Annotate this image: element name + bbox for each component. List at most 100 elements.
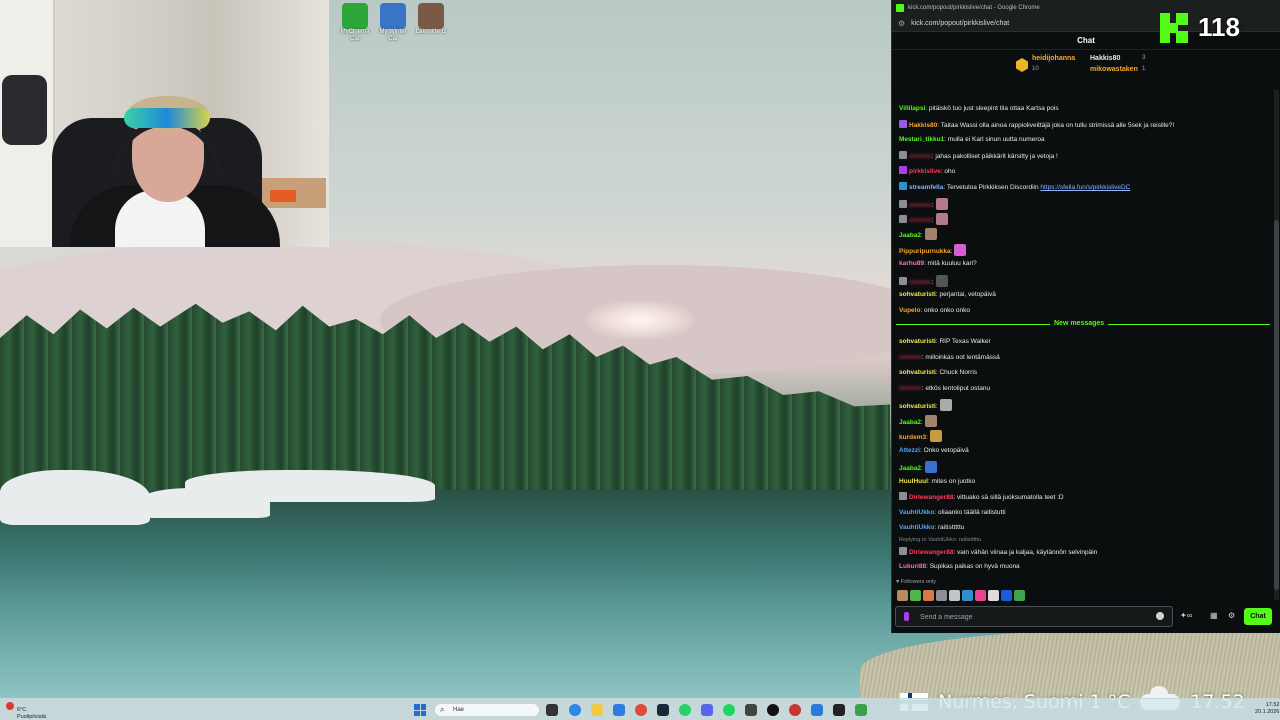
chat-link[interactable]: https://sfella.fun/s/pirkkisliveDC <box>1040 184 1130 191</box>
leaderboard-second-name: Hakkis80 <box>1090 55 1121 62</box>
emote-icon[interactable] <box>1001 590 1012 601</box>
obs-icon[interactable] <box>745 704 757 716</box>
chat-message-text: : vittuako sä sillä juoksumatolla teet :… <box>953 494 1064 501</box>
chat-username[interactable]: karhu89 <box>899 260 924 267</box>
app-icon[interactable] <box>833 704 845 716</box>
chat-username[interactable]: •••••••••• <box>909 202 932 209</box>
whatsapp-icon[interactable] <box>679 704 691 716</box>
chat-message-input-box[interactable] <box>895 606 1173 627</box>
chat-username[interactable]: kurdem3 <box>899 434 926 441</box>
app-icon[interactable] <box>789 704 801 716</box>
chat-username[interactable]: Jaaba2 <box>899 465 921 472</box>
desktop-icon-my-winter-car[interactable]: My Winter Car <box>374 3 412 43</box>
chat-username[interactable]: Villilapsi <box>899 105 925 112</box>
sun-glow <box>585 300 695 340</box>
chat-username[interactable]: VauhtiUkko <box>899 509 934 516</box>
leaderboard-first-count: 10 <box>1032 66 1039 72</box>
send-chat-button[interactable]: Chat <box>1244 608 1272 625</box>
emote-quick-bar[interactable] <box>897 590 1025 601</box>
snow-rock <box>185 470 435 502</box>
chat-message-text: : <box>921 232 923 239</box>
taskbar-weather-widget[interactable]: 6°C Puolipilvistä <box>6 702 46 720</box>
copilot-icon[interactable] <box>569 704 581 716</box>
file-explorer-icon[interactable] <box>591 704 603 716</box>
site-info-icon[interactable]: ⚙ <box>898 19 905 28</box>
chat-message-text: : <box>931 202 934 209</box>
chat-username[interactable]: Pippuripurnukka <box>899 248 951 255</box>
emote-icon[interactable] <box>923 590 934 601</box>
chat-message-list[interactable]: Villilapsi: pitäiskö tuo just sleepint t… <box>892 90 1274 575</box>
window-title: kick.com/popout/pirkkislive/chat - Googl… <box>908 5 1040 11</box>
spotify-icon[interactable] <box>723 704 735 716</box>
chat-message-text: : milloinkas oot lentämässä <box>921 354 1000 361</box>
chat-username[interactable]: •••••••••• <box>909 217 932 224</box>
chat-username[interactable]: pirkkislive <box>909 168 941 175</box>
desktop-icon-mycinema-car[interactable]: MyCinema Car <box>336 3 374 43</box>
emote-icon[interactable] <box>962 590 973 601</box>
chat-message: Dirlewanger88: vittuako sä sillä juoksum… <box>899 492 1064 502</box>
chat-message-text: : mitä kuuluu kari? <box>923 260 977 267</box>
chat-message: kurdem3: <box>899 430 942 442</box>
windows-taskbar: 6°C Puolipilvistä ⌕ Hae 17.52 20.1.2026 <box>0 698 1280 720</box>
chat-username[interactable]: •••••••••• <box>909 153 932 160</box>
start-button-icon[interactable] <box>414 704 426 716</box>
steam-icon[interactable] <box>657 704 669 716</box>
desktop-screen: MyCinema Car My Winter Car Lakeside Iz k… <box>0 0 1280 720</box>
emote-icon[interactable] <box>988 590 999 601</box>
taskbar-search[interactable]: ⌕ Hae <box>434 703 540 717</box>
chat-message-text: : etkös lentoliput ostanu <box>921 385 991 392</box>
chat-username[interactable]: VauhtiUkko <box>899 524 934 531</box>
emote-icon[interactable] <box>949 590 960 601</box>
chat-username[interactable]: HuulHuul <box>899 478 928 485</box>
chat-message: Pippuripurnukka: <box>899 244 967 256</box>
user-badge-icon <box>899 120 907 128</box>
chat-username[interactable]: Attezzi <box>899 447 920 454</box>
app-icon[interactable] <box>811 704 823 716</box>
chat-username[interactable]: Vupelo <box>899 307 920 314</box>
desktop-icon-lakeside[interactable]: Lakeside Iz <box>412 3 450 36</box>
chat-username[interactable]: •••••••••• <box>899 385 922 392</box>
emote-icon[interactable] <box>910 590 921 601</box>
outlook-icon[interactable] <box>613 704 625 716</box>
chat-scroll-thumb[interactable] <box>1274 220 1279 590</box>
chat-username[interactable]: sohvaturisti <box>899 403 936 410</box>
settings-gear-icon[interactable]: ⚙ <box>1228 611 1235 620</box>
crown-badge-icon <box>1016 58 1028 72</box>
chat-username[interactable]: •••••••••• <box>909 279 932 286</box>
clip-icon[interactable]: ▦ <box>1210 611 1218 620</box>
discord-icon[interactable] <box>701 704 713 716</box>
chat-message: sohvaturisti: RIP Texas Walker <box>899 337 991 346</box>
gift-leaderboard[interactable]: heidijohanna 10 Hakkis80 3 mikowastaken … <box>892 50 1280 80</box>
taskbar-clock[interactable]: 17.52 20.1.2026 <box>1255 702 1279 716</box>
emote-icon[interactable] <box>1014 590 1025 601</box>
emote-icon[interactable] <box>975 590 986 601</box>
chat-username[interactable]: streamfella <box>909 184 943 191</box>
viewer-count-overlay: 118 <box>1160 12 1240 43</box>
epic-games-icon[interactable] <box>767 704 779 716</box>
emoji-picker-icon[interactable] <box>1156 612 1164 620</box>
chat-message: Attezzi: Onko vetopäivä <box>899 446 969 455</box>
chat-username[interactable]: sohvaturisti <box>899 338 936 345</box>
chat-message-text: : onko onko onko <box>920 307 970 314</box>
app-icon[interactable] <box>855 704 867 716</box>
chat-username[interactable]: Dirlewanger88 <box>909 494 953 501</box>
chat-emote-icon <box>924 415 937 427</box>
chat-message-input[interactable] <box>920 610 1150 624</box>
chat-username[interactable]: Mestari_tikku1 <box>899 136 944 143</box>
chat-username[interactable]: Hakkis80 <box>909 122 937 129</box>
chat-message: ••••••••••: <box>899 213 948 225</box>
chat-username[interactable]: Dirlewanger88 <box>909 549 953 556</box>
emote-icon[interactable] <box>936 590 947 601</box>
chrome-icon[interactable] <box>635 704 647 716</box>
chat-username[interactable]: Jaaba2 <box>899 419 921 426</box>
task-view-icon[interactable] <box>546 704 558 716</box>
chat-username[interactable]: sohvaturisti <box>899 291 936 298</box>
emote-icon[interactable] <box>897 590 908 601</box>
chat-username[interactable]: Lukuri88 <box>899 563 926 570</box>
chat-username[interactable]: •••••••••• <box>899 354 922 361</box>
chat-message: sohvaturisti: Chuck Norris <box>899 368 977 377</box>
chat-username[interactable]: Jaaba2 <box>899 232 921 239</box>
chat-username[interactable]: sohvaturisti <box>899 369 936 376</box>
chat-emote-icon <box>935 275 948 287</box>
emote-menu-icon[interactable]: ✦∞ <box>1180 611 1192 620</box>
